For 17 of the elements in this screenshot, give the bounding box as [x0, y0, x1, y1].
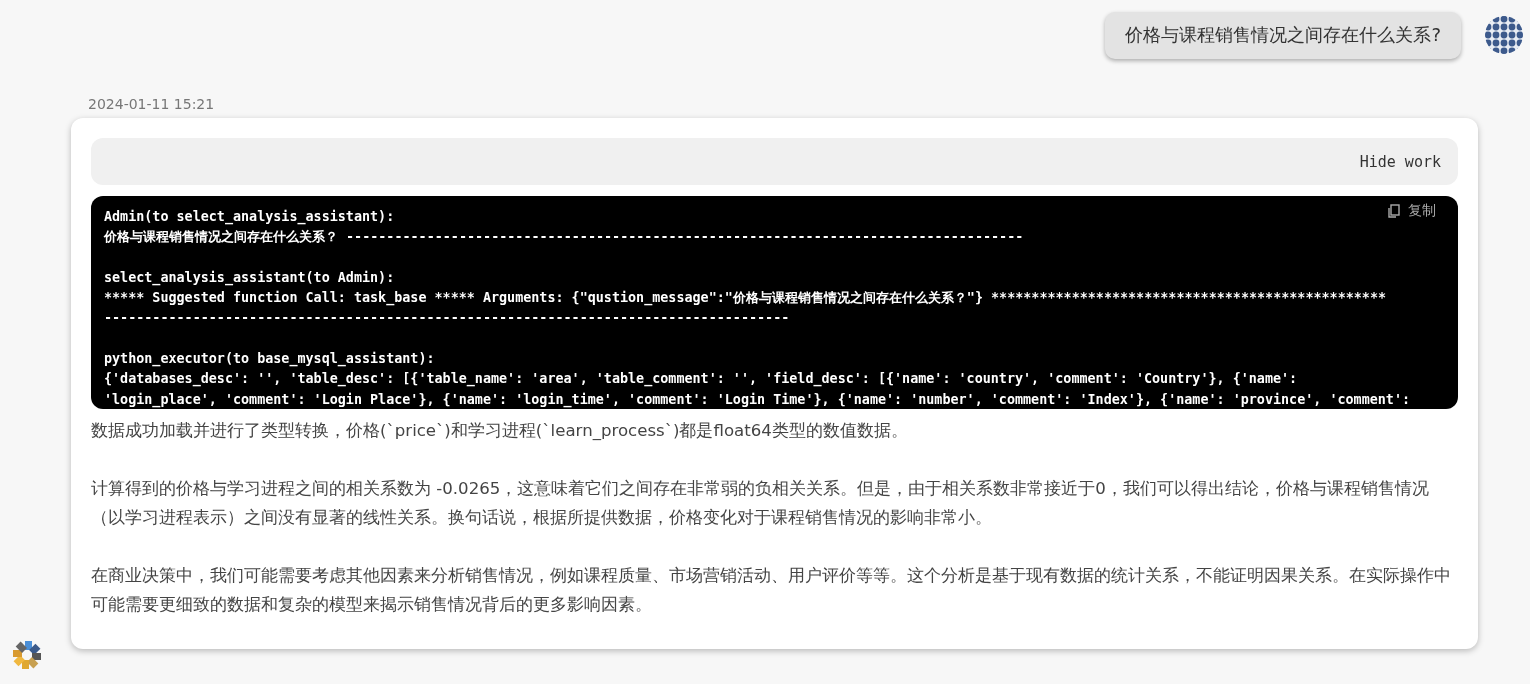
log-line: 价格与课程销售情况之间存在什么关系？ ------------------------------------------------------------------------------------ — [104, 228, 1024, 247]
avatar-icon — [1485, 16, 1523, 54]
log-line: python_executor(to base_mysql_assistant): — [104, 350, 435, 369]
answer-paragraph: 在商业决策中，我们可能需要考虑其他因素来分析销售情况，例如课程质量、市场营销活动、用户评价等等。这个分析是基于现有数据的统计关系，不能证明因果关系。在实际操作中可能需要更细致的数据和复杂的模型来揭示销售情况背后的更多影响因素。 — [91, 565, 1452, 616]
timestamp: 2024-01-11 15:21 — [87, 95, 216, 114]
hide-work-button[interactable]: Hide work — [91, 138, 1458, 185]
answer-paragraph: 计算得到的价格与学习进程之间的相关系数为 -0.0265，这意味着它们之间存在非常弱的负相关关系。但是，由于相关系数非常接近于0，我们可以得出结论，价格与课程销售情况（以学习进程表示）之间没有显著的线性关系。换句话说，根据所提供数据，价格变化对于课程销售情况的影响非常小。 — [91, 478, 1430, 529]
answer-paragraph: 数据成功加载并进行了类型转换，价格(`price`)和学习进程(`learn_process`)都是float64类型的数值数据。 — [91, 420, 909, 442]
logo-icon — [12, 640, 42, 670]
log-line: ***** Suggested function Call: task_base ***** Arguments: {"qustion_message":"价格与课程销售情况之间存在什么关系？"} ************************************************* — [104, 289, 1387, 308]
log-line: Admin(to select_analysis_assistant): — [104, 208, 395, 227]
log-line: 'login_place', 'comment': 'Login Place'}, {'name': 'login_time', 'comment': 'Login Time'}, {'name': 'number', 'comment': 'Index'}, {'name': 'province', 'comment': — [104, 390, 1411, 409]
log-line: {'databases_desc': '', 'table_desc': [{'table_name': 'area', 'table_comment': '', 'field_desc': [{'name': 'country', 'comment': 'Country'}, {'name': — [104, 370, 1298, 389]
log-line: ------------------------------------------------------------------------------------- — [104, 309, 790, 328]
user-message: 价格与课程销售情况之间存在什么关系? — [1105, 12, 1461, 59]
copy-icon — [1388, 204, 1400, 218]
log-line: select_analysis_assistant(to Admin): — [104, 268, 395, 288]
